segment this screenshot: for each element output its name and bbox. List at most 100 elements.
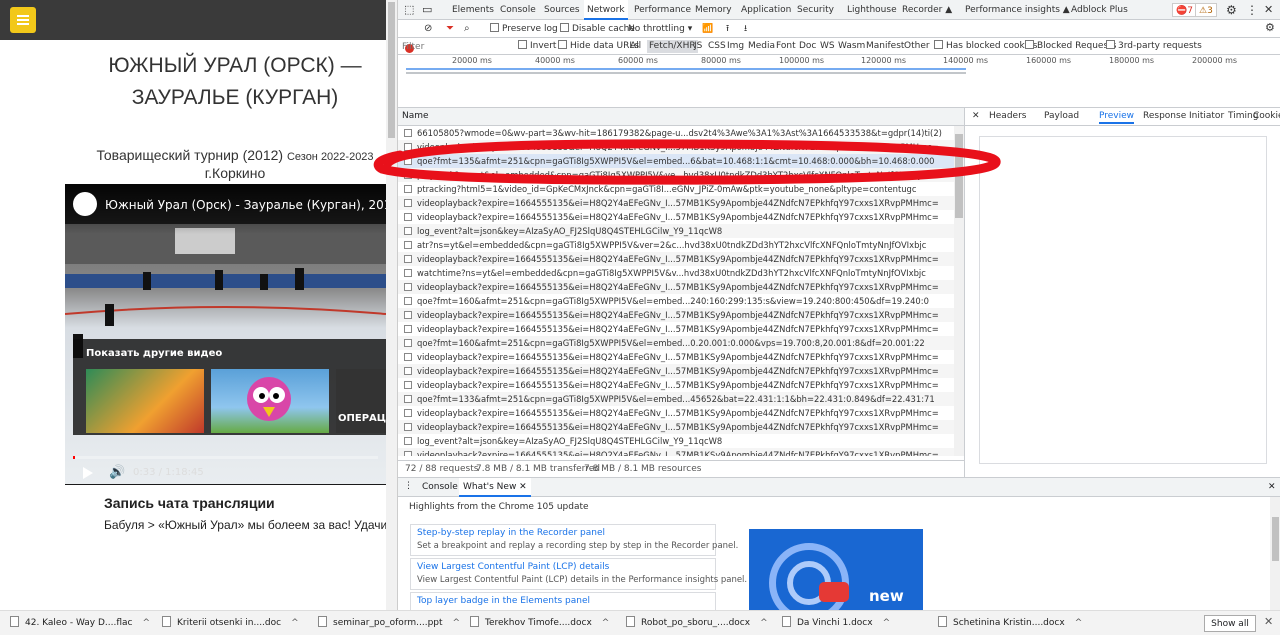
request-row[interactable]: videoplayback?expire=1664555135&ei=H8Q2Y… [398, 378, 954, 392]
request-row[interactable]: qoe?fmt=160&afmt=251&cpn=gaGTi8Ig5XWPPI5… [398, 294, 954, 308]
export-har-icon[interactable]: ⭳ [744, 22, 747, 36]
request-row[interactable]: log_event?alt=json&key=AIzaSyAO_FJ2SlqU8… [398, 224, 954, 238]
request-row[interactable]: videoplayback?expire=1664555135&ei=H8Q2Y… [398, 252, 954, 266]
chevron-up-icon[interactable]: ^ [291, 618, 299, 628]
request-row[interactable]: videoplayback?expire=1664555135&ei=H8Q2Y… [398, 322, 954, 336]
throttling-select[interactable]: No throttling ▾ [628, 22, 692, 36]
type-filter-manifest[interactable]: Manifest [866, 40, 904, 53]
network-conditions-icon[interactable]: 📶 [702, 22, 713, 36]
tab-performance[interactable]: Performance [634, 0, 691, 20]
chevron-up-icon[interactable]: ^ [760, 618, 768, 628]
whats-new-card[interactable]: Step-by-step replay in the Recorder pane… [410, 524, 738, 556]
type-filter-fetch-xhr[interactable]: Fetch/XHR [647, 40, 698, 53]
type-filter-other[interactable]: Other [904, 40, 930, 53]
chevron-up-icon[interactable]: ^ [142, 618, 150, 628]
channel-logo-icon[interactable] [73, 192, 97, 216]
detail-tab-initiator[interactable]: Initiator [1189, 111, 1224, 121]
request-row[interactable]: videoplayback?expire=1664555135&ei=H8Q2Y… [398, 210, 954, 224]
drawer-menu-icon[interactable]: ⋮ [404, 481, 413, 491]
preserve-log-checkbox[interactable]: Preserve log [490, 22, 558, 36]
type-filter-media[interactable]: Media [748, 40, 775, 53]
request-row[interactable]: 66105805?wmode=0&wv-part=3&wv-hit=186179… [398, 126, 954, 140]
search-icon[interactable]: ⌕ [464, 22, 470, 36]
requests-scrollbar[interactable] [954, 126, 964, 456]
type-filter-js[interactable]: JS [694, 40, 702, 53]
request-row[interactable]: playback?ns=yt&el=embedded&cpn=gaGTi8Ig5… [398, 168, 954, 182]
request-row[interactable]: qoe?fmt=160&afmt=251&cpn=gaGTi8Ig5XWPPI5… [398, 336, 954, 350]
tab-console[interactable]: Console [500, 0, 536, 20]
drawer-tab-whats-new[interactable]: What's New ✕ [459, 478, 531, 497]
type-filter-ws[interactable]: WS [820, 40, 835, 53]
download-item[interactable]: Terekhov Timofe....docx ^ [470, 611, 609, 636]
whats-new-card[interactable]: View Largest Contentful Paint (LCP) deta… [410, 558, 747, 590]
video-title[interactable]: Южный Урал (Орск) - Зауралье (Курган), 2… [105, 198, 386, 212]
tab-recorder[interactable]: Recorder ▲ [902, 0, 952, 20]
tab-adblock-plus[interactable]: Adblock Plus [1071, 0, 1128, 20]
close-detail-icon[interactable]: ✕ [972, 111, 980, 121]
drawer-scrollbar[interactable] [1270, 497, 1280, 610]
detail-tab-headers[interactable]: Headers [989, 111, 1026, 121]
download-item[interactable]: Da Vinchi 1.docx ^ [782, 611, 890, 636]
download-item[interactable]: Robot_po_sboru_....docx ^ [626, 611, 768, 636]
request-row[interactable]: videoplayback?expire=1664555135&ei=H8Q2Y… [398, 140, 954, 154]
chevron-up-icon[interactable]: ^ [883, 618, 891, 628]
invert-checkbox[interactable]: Invert [518, 40, 556, 53]
detail-tab-preview[interactable]: Preview [1099, 111, 1135, 124]
close-downloads-icon[interactable]: ✕ [1264, 615, 1273, 628]
hide-data-urls-checkbox[interactable]: Hide data URLs [558, 40, 639, 53]
settings-gear-icon[interactable]: ⚙ [1226, 0, 1237, 20]
request-row[interactable]: videoplayback?expire=1664555135&ei=H8Q2Y… [398, 364, 954, 378]
tab-memory[interactable]: Memory [695, 0, 732, 20]
chevron-up-icon[interactable]: ^ [1075, 618, 1083, 628]
play-icon[interactable] [83, 467, 93, 479]
tab-network[interactable]: Network [584, 0, 628, 20]
download-item[interactable]: Kriterii otsenki in....doc ^ [162, 611, 299, 636]
requests-table-header[interactable]: Name [398, 108, 964, 126]
detail-tab-payload[interactable]: Payload [1044, 111, 1079, 121]
whats-new-card-title[interactable]: Step-by-step replay in the Recorder pane… [417, 528, 605, 538]
filter-icon[interactable]: ⏷ [446, 22, 454, 36]
tab-application[interactable]: Application [741, 0, 791, 20]
download-item[interactable]: Schetinina Kristin....docx ^ [938, 611, 1082, 636]
page-scrollbar-thumb[interactable] [388, 2, 395, 138]
warning-count-badge[interactable]: ⚠3 [1195, 3, 1217, 17]
network-overview-timeline[interactable]: 20000 ms 40000 ms 60000 ms 80000 ms 1000… [398, 55, 1280, 108]
close-drawer-icon[interactable]: ✕ [1268, 482, 1276, 492]
request-row[interactable]: videoplayback?expire=1664555135&ei=H8Q2Y… [398, 406, 954, 420]
blocked-requests-checkbox[interactable]: Blocked Requests [1025, 40, 1116, 53]
more-options-icon[interactable]: ⋮ [1246, 0, 1258, 20]
whats-new-card-title[interactable]: Top layer badge in the Elements panel [417, 596, 590, 606]
tab-sources[interactable]: Sources [544, 0, 580, 20]
name-column-header[interactable]: Name [402, 111, 429, 121]
chrome-105-promo-image[interactable]: new [749, 529, 923, 610]
chevron-up-icon[interactable]: ^ [602, 618, 610, 628]
download-item[interactable]: 42. Kaleo - Way D....flac ^ [10, 611, 150, 636]
requests-list[interactable]: 66105805?wmode=0&wv-part=3&wv-hit=186179… [398, 126, 954, 456]
video-progress-bar[interactable] [73, 456, 378, 459]
video-thumbnail[interactable] [211, 369, 329, 433]
device-toggle-icon[interactable]: ▭ [422, 0, 432, 20]
video-thumbnail[interactable]: ОПЕРАЦ [336, 369, 386, 433]
clear-icon[interactable]: ⊘ [424, 22, 432, 36]
request-row[interactable]: qoe?fmt=133&afmt=251&cpn=gaGTi8Ig5XWPPI5… [398, 392, 954, 406]
tab-security[interactable]: Security [797, 0, 834, 20]
chevron-up-icon[interactable]: ^ [453, 618, 461, 628]
detail-tab-response[interactable]: Response [1143, 111, 1186, 121]
drawer-tab-console[interactable]: Console [422, 482, 458, 492]
type-filter-css[interactable]: CSS [708, 40, 726, 53]
type-filter-wasm[interactable]: Wasm [838, 40, 865, 53]
network-settings-icon[interactable]: ⚙ [1265, 21, 1275, 35]
type-filter-doc[interactable]: Doc [799, 40, 816, 53]
request-row[interactable]: videoplayback?expire=1664555135&ei=H8Q2Y… [398, 308, 954, 322]
blocked-cookies-checkbox[interactable]: Has blocked cookies [934, 40, 1037, 53]
request-row[interactable]: watchtime?ns=yt&el=embedded&cpn=gaGTi8Ig… [398, 266, 954, 280]
video-thumbnail[interactable] [86, 369, 204, 433]
tab-lighthouse[interactable]: Lighthouse [847, 0, 897, 20]
inspect-icon[interactable]: ⬚ [404, 0, 414, 20]
tab-performance-insights[interactable]: Performance insights ▲ [965, 0, 1070, 20]
request-row[interactable]: videoplayback?expire=1664555135&ei=H8Q2Y… [398, 196, 954, 210]
tab-elements[interactable]: Elements [452, 0, 494, 20]
detail-tab-cookies[interactable]: Cookies [1253, 111, 1280, 121]
drawer-scrollbar-thumb[interactable] [1272, 517, 1279, 561]
request-row[interactable]: videoplayback?expire=1664555135&ei=H8Q2Y… [398, 448, 954, 456]
